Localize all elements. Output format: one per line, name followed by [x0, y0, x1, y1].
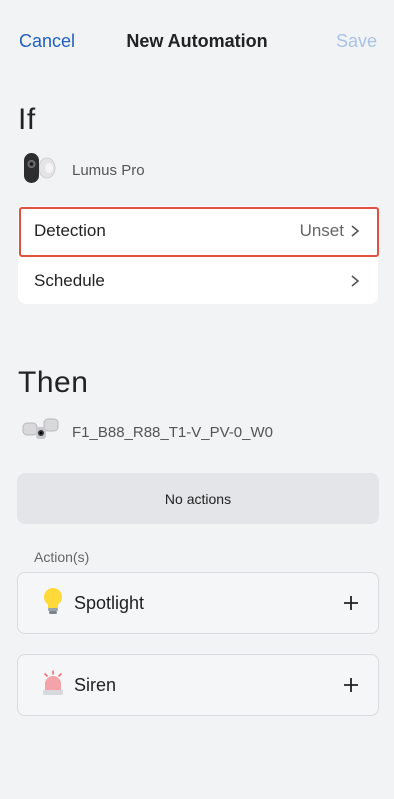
detection-row[interactable]: Detection Unset	[18, 206, 379, 257]
header: Cancel New Automation Save	[0, 0, 394, 84]
chevron-right-icon	[351, 225, 360, 237]
camera-device-icon	[20, 151, 62, 190]
then-heading: Then	[18, 366, 89, 399]
no-actions-label: No actions	[164, 490, 232, 507]
lightbulb-icon	[40, 586, 66, 621]
schedule-row[interactable]: Schedule	[18, 256, 378, 306]
spotlight-action[interactable]: Spotlight	[17, 572, 379, 634]
floodlight-camera-icon	[20, 413, 62, 452]
add-siren-icon[interactable]	[342, 676, 360, 694]
action-device: F1_B88_R88_T1-V_PV-0_W0	[20, 415, 273, 449]
action-device-name: F1_B88_R88_T1-V_PV-0_W0	[72, 423, 273, 441]
chevron-right-icon	[351, 275, 360, 287]
siren-icon	[40, 668, 66, 703]
spotlight-label: Spotlight	[74, 592, 145, 613]
trigger-card: Detection Unset Schedule	[18, 206, 379, 306]
siren-action[interactable]: Siren	[17, 654, 379, 716]
trigger-device-name: Lumus Pro	[72, 161, 145, 179]
siren-label: Siren	[74, 674, 117, 695]
if-heading: If	[18, 103, 36, 136]
no-actions-box: No actions	[17, 473, 379, 524]
page-title: New Automation	[126, 31, 268, 51]
save-button[interactable]: Save	[336, 31, 377, 52]
detection-value: Unset	[299, 221, 344, 240]
trigger-device: Lumus Pro	[20, 151, 145, 190]
actions-section-label: Action(s)	[34, 549, 90, 565]
add-spotlight-icon[interactable]	[342, 594, 360, 612]
detection-label: Detection	[34, 221, 106, 240]
schedule-label: Schedule	[34, 271, 105, 290]
